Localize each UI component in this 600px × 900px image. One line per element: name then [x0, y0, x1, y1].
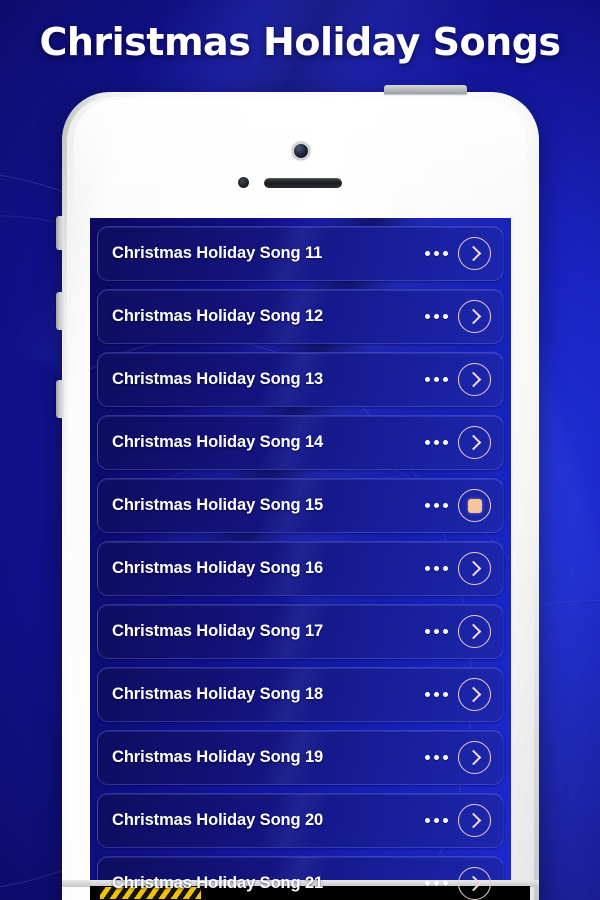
volume-down-button[interactable] — [56, 380, 64, 418]
song-row[interactable]: Christmas Holiday Song 19 — [97, 730, 504, 785]
song-row[interactable]: Christmas Holiday Song 14 — [97, 415, 504, 470]
song-title: Christmas Holiday Song 12 — [112, 307, 324, 325]
row-actions — [425, 300, 503, 333]
song-title: Christmas Holiday Song 13 — [112, 370, 324, 388]
row-actions — [425, 237, 503, 270]
more-options-icon[interactable] — [425, 818, 448, 823]
row-actions — [425, 741, 503, 774]
song-list[interactable]: Christmas Holiday Song 11 Christmas Holid… — [90, 218, 511, 900]
play-chevron-icon[interactable] — [458, 426, 491, 459]
earpiece-speaker-icon — [264, 178, 342, 188]
song-row[interactable]: Christmas Holiday Song 18 — [97, 667, 504, 722]
row-actions — [425, 678, 503, 711]
song-title: Christmas Holiday Song 20 — [112, 811, 324, 829]
more-options-icon[interactable] — [425, 251, 448, 256]
row-actions — [425, 867, 503, 900]
page-title: Christmas Holiday Songs — [39, 20, 561, 64]
song-title: Christmas Holiday Song 18 — [112, 685, 324, 703]
power-button[interactable] — [384, 85, 467, 94]
more-options-icon[interactable] — [425, 566, 448, 571]
more-options-icon[interactable] — [425, 377, 448, 382]
play-chevron-icon[interactable] — [458, 804, 491, 837]
play-chevron-icon[interactable] — [458, 741, 491, 774]
stop-icon[interactable] — [458, 489, 491, 522]
more-options-icon[interactable] — [425, 881, 448, 886]
song-title: Christmas Holiday Song 21 — [112, 874, 324, 892]
play-chevron-icon[interactable] — [458, 678, 491, 711]
play-chevron-icon[interactable] — [458, 237, 491, 270]
more-options-icon[interactable] — [425, 755, 448, 760]
play-chevron-icon[interactable] — [458, 300, 491, 333]
proximity-sensor-icon — [238, 177, 249, 188]
app-promo-screenshot: Christmas Holiday Songs Christmas Holida… — [0, 0, 600, 900]
song-title: Christmas Holiday Song 17 — [112, 622, 324, 640]
mute-switch[interactable] — [56, 216, 64, 250]
song-title: Christmas Holiday Song 14 — [112, 433, 324, 451]
row-actions — [425, 615, 503, 648]
song-row[interactable]: Christmas Holiday Song 16 — [97, 541, 504, 596]
song-row[interactable]: Christmas Holiday Song 13 — [97, 352, 504, 407]
song-row[interactable]: Christmas Holiday Song 17 — [97, 604, 504, 659]
play-chevron-icon[interactable] — [458, 867, 491, 900]
app-screen: Christmas Holiday Song 11 Christmas Holid… — [90, 218, 511, 900]
row-actions — [425, 489, 503, 522]
volume-up-button[interactable] — [56, 292, 64, 330]
play-chevron-icon[interactable] — [458, 615, 491, 648]
more-options-icon[interactable] — [425, 503, 448, 508]
more-options-icon[interactable] — [425, 692, 448, 697]
row-actions — [425, 804, 503, 837]
row-actions — [425, 426, 503, 459]
song-title: Christmas Holiday Song 19 — [112, 748, 324, 766]
front-camera-icon — [291, 142, 310, 160]
song-row[interactable]: Christmas Holiday Song 11 — [97, 226, 504, 281]
song-row[interactable]: Christmas Holiday Song 20 — [97, 793, 504, 848]
phone-mockup: Christmas Holiday Song 11 Christmas Holid… — [56, 85, 539, 900]
row-actions — [425, 552, 503, 585]
more-options-icon[interactable] — [425, 314, 448, 319]
song-row[interactable]: Christmas Holiday Song 15 — [97, 478, 504, 533]
song-title: Christmas Holiday Song 11 — [112, 244, 323, 262]
play-chevron-icon[interactable] — [458, 363, 491, 396]
song-row[interactable]: Christmas Holiday Song 12 — [97, 289, 504, 344]
more-options-icon[interactable] — [425, 440, 448, 445]
song-title: Christmas Holiday Song 16 — [112, 559, 324, 577]
row-actions — [425, 363, 503, 396]
song-title: Christmas Holiday Song 15 — [112, 496, 324, 514]
more-options-icon[interactable] — [425, 629, 448, 634]
play-chevron-icon[interactable] — [458, 552, 491, 585]
